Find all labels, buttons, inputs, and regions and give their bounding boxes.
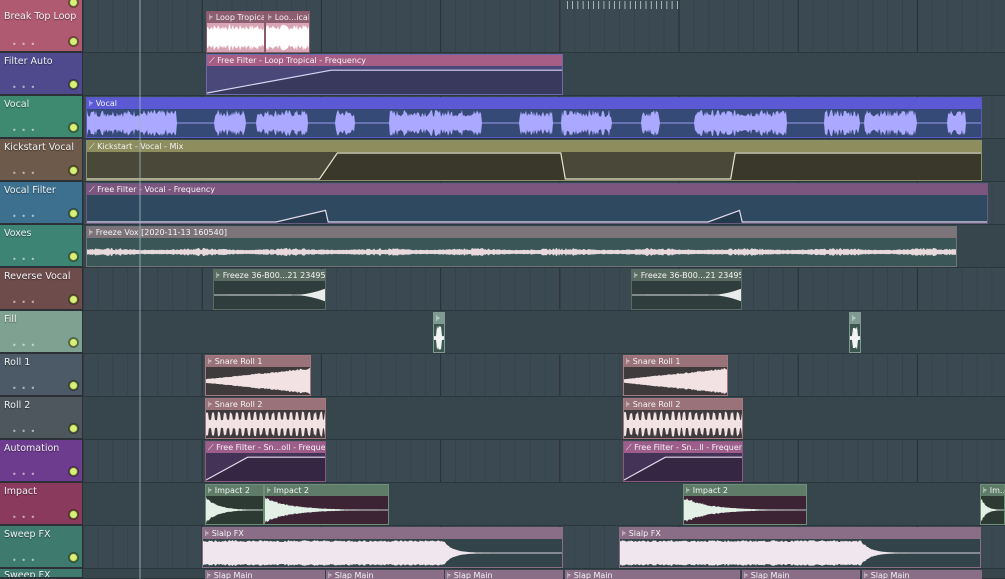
track-menu-dots[interactable]: • • • [12, 298, 36, 307]
track-mute-led[interactable] [69, 295, 78, 304]
track-name: Roll 2 [4, 400, 31, 411]
track-mute-led[interactable] [69, 252, 78, 261]
track-header-sweep-fx[interactable]: Sweep FX • • • [0, 526, 83, 569]
track-header-kickstart-vocal[interactable]: Kickstart Vocal • • • [0, 139, 83, 182]
track-name: Vocal [4, 99, 30, 110]
track-mute-led[interactable] [69, 37, 78, 46]
track-mute-led-top[interactable] [69, 0, 78, 7]
track-header-break-top-loop[interactable]: Break Top Loop • • • [0, 0, 83, 53]
track-name: Sweep FX [4, 529, 51, 540]
track-mute-led[interactable] [69, 424, 78, 433]
track-header-voxes[interactable]: Voxes • • • [0, 225, 83, 268]
track-mute-led[interactable] [69, 510, 78, 519]
track-menu-dots[interactable]: • • • [12, 255, 36, 264]
track-header-roll-2[interactable]: Roll 2 • • • [0, 397, 83, 440]
track-name: Automation [4, 443, 60, 454]
track-name: Break Top Loop [4, 11, 77, 22]
track-menu-dots[interactable]: • • • [12, 384, 36, 393]
track-mute-led[interactable] [69, 553, 78, 562]
track-mute-led[interactable] [69, 123, 78, 132]
track-menu-dots[interactable]: • • • [12, 169, 36, 178]
track-header-filter-auto[interactable]: Filter Auto • • • [0, 53, 83, 96]
track-header-reverse-vocal[interactable]: Reverse Vocal • • • [0, 268, 83, 311]
track-name: Voxes [4, 228, 32, 239]
track-menu-dots[interactable]: • • • [12, 470, 36, 479]
track-mute-led[interactable] [69, 209, 78, 218]
track-menu-dots[interactable]: • • • [12, 126, 36, 135]
track-mute-led[interactable] [69, 80, 78, 89]
track-name: Sweep FX [4, 570, 51, 579]
track-menu-dots[interactable]: • • • [12, 212, 36, 221]
track-mute-led[interactable] [69, 338, 78, 347]
track-name: Impact [4, 486, 37, 497]
track-menu-dots[interactable]: • • • [12, 40, 36, 49]
track-mute-led[interactable] [69, 166, 78, 175]
track-name: Filter Auto [4, 56, 53, 67]
track-header-impact[interactable]: Impact • • • [0, 483, 83, 526]
track-menu-dots[interactable]: • • • [12, 556, 36, 565]
track-name: Kickstart Vocal [4, 142, 74, 153]
track-header-vocal-filter[interactable]: Vocal Filter • • • [0, 182, 83, 225]
track-mute-led[interactable] [69, 381, 78, 390]
playlist: ⊧ Loop Tropical ⊧ Loo...ical ⟋ Free Filt… [0, 0, 1005, 579]
playhead-overlay [139, 0, 141, 579]
track-header-vocal[interactable]: Vocal • • • [0, 96, 83, 139]
track-header-automation[interactable]: Automation • • • [0, 440, 83, 483]
track-menu-dots[interactable]: • • • [12, 83, 36, 92]
track-mute-led[interactable] [69, 467, 78, 476]
track-header-fill[interactable]: Fill • • • [0, 311, 83, 354]
track-menu-dots[interactable]: • • • [12, 427, 36, 436]
track-name: Reverse Vocal [4, 271, 71, 282]
track-name: Vocal Filter [4, 185, 56, 196]
track-menu-dots[interactable]: • • • [12, 513, 36, 522]
track-menu-dots[interactable]: • • • [12, 341, 36, 350]
track-name: Fill [4, 314, 17, 325]
track-header-roll-1[interactable]: Roll 1 • • • [0, 354, 83, 397]
track-header-sweep-fx-2[interactable]: Sweep FX [0, 569, 83, 579]
track-name: Roll 1 [4, 357, 31, 368]
